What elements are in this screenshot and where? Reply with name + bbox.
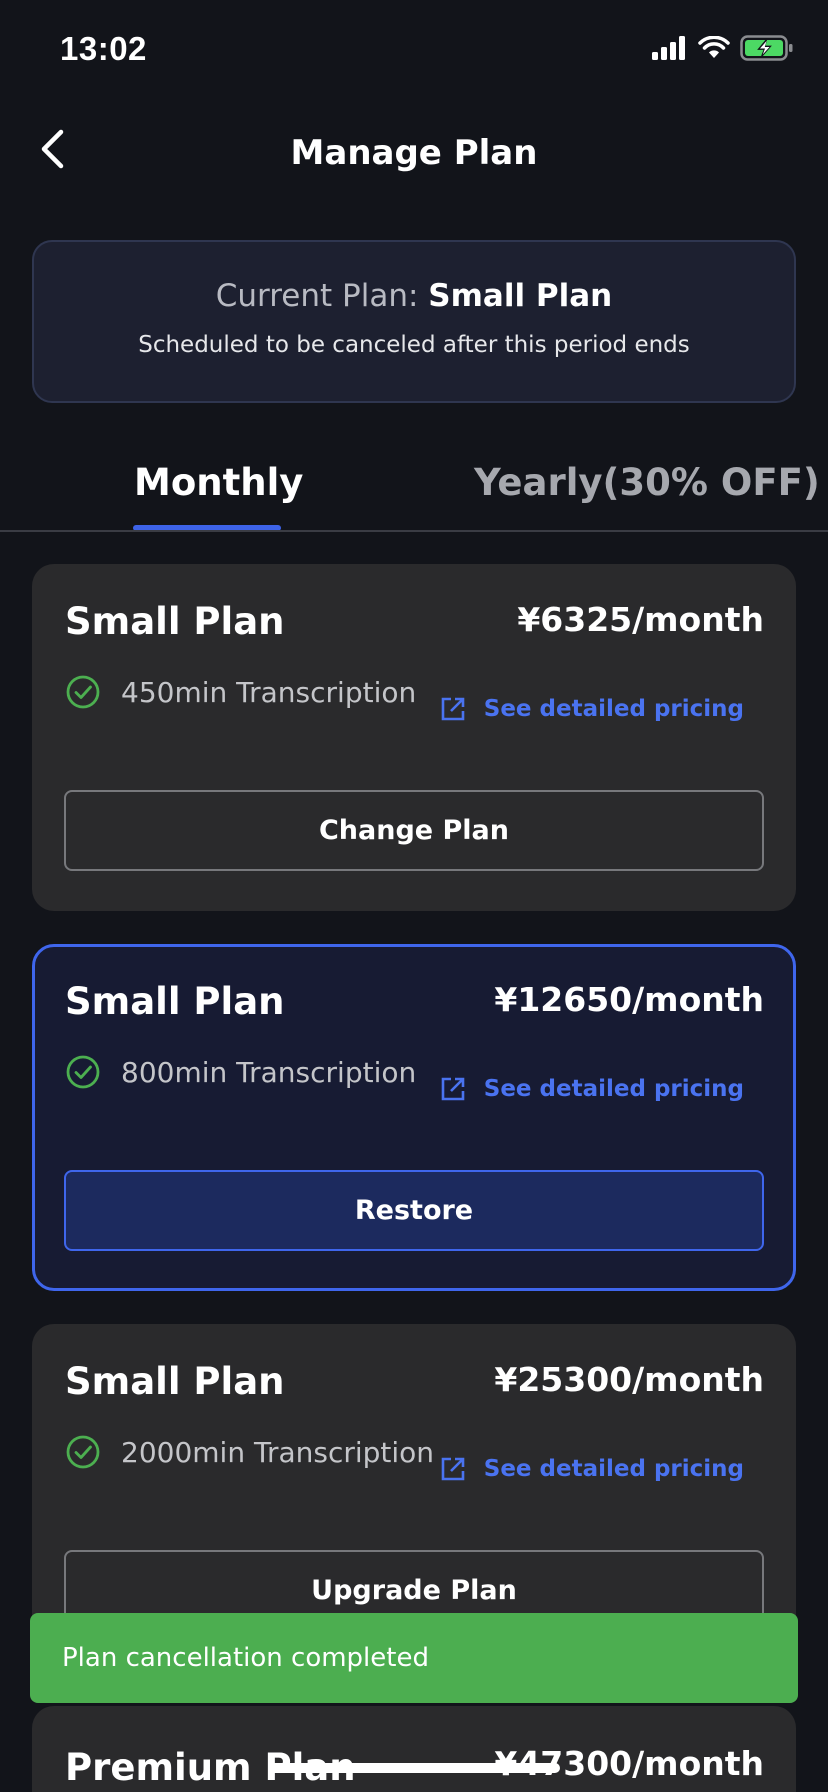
tab-monthly[interactable]: Monthly — [134, 461, 303, 504]
page-title: Manage Plan — [290, 133, 538, 173]
change-plan-button[interactable]: Change Plan — [64, 790, 764, 871]
plan-price: ¥12650/month — [494, 980, 764, 1019]
plan-feature: 450min Transcription — [65, 674, 416, 710]
wifi-icon — [698, 35, 730, 64]
external-link-icon — [440, 696, 466, 722]
billing-period-tabs: Monthly Yearly(30% OFF) — [0, 455, 828, 532]
toast-message: Plan cancellation completed — [62, 1643, 429, 1673]
plan-feature: 800min Transcription — [65, 1054, 416, 1090]
status-time: 13:02 — [60, 30, 147, 67]
see-pricing-label: See detailed pricing — [483, 1076, 744, 1102]
check-circle-icon — [65, 674, 101, 710]
current-plan-label: Current Plan: — [215, 278, 429, 314]
status-bar: 13:02 — [0, 0, 828, 100]
cellular-signal-icon — [652, 36, 688, 64]
nav-bar: Manage Plan — [0, 105, 828, 195]
plan-name: Small Plan — [65, 1360, 285, 1403]
see-pricing-label: See detailed pricing — [483, 1456, 744, 1482]
plan-card-selected: Small Plan ¥12650/month 800min Transcrip… — [32, 944, 796, 1291]
tabs-divider — [0, 530, 828, 532]
plan-name: Small Plan — [65, 600, 285, 643]
feature-text: 2000min Transcription — [121, 1435, 435, 1469]
check-circle-icon — [65, 1434, 101, 1470]
toast-notification: Plan cancellation completed — [30, 1613, 798, 1703]
current-plan-note: Scheduled to be canceled after this peri… — [138, 332, 690, 358]
feature-text: 800min Transcription — [121, 1055, 417, 1089]
see-pricing-link[interactable]: See detailed pricing — [440, 696, 744, 722]
current-plan-line: Current Plan: Small Plan — [34, 278, 794, 314]
external-link-icon — [440, 1076, 466, 1102]
see-pricing-link[interactable]: See detailed pricing — [440, 1076, 744, 1102]
current-plan-name: Small Plan — [428, 278, 613, 314]
check-circle-icon — [65, 1054, 101, 1090]
plan-price: ¥25300/month — [494, 1360, 764, 1399]
home-indicator[interactable] — [268, 1763, 560, 1773]
tab-yearly[interactable]: Yearly(30% OFF) — [474, 461, 820, 504]
plan-card: Small Plan ¥6325/month 450min Transcript… — [32, 564, 796, 911]
plan-price: ¥6325/month — [517, 600, 764, 639]
battery-charging-icon — [740, 35, 794, 65]
feature-text: 450min Transcription — [121, 675, 417, 709]
current-plan-banner: Current Plan: Small Plan Scheduled to be… — [32, 240, 796, 403]
status-icons — [652, 35, 794, 65]
restore-button[interactable]: Restore — [64, 1170, 764, 1251]
plan-card: Premium Plan ¥47300/month — [32, 1706, 796, 1792]
plan-name: Small Plan — [65, 980, 285, 1023]
plan-feature: 2000min Transcription — [65, 1434, 434, 1470]
external-link-icon — [440, 1456, 466, 1482]
see-pricing-link[interactable]: See detailed pricing — [440, 1456, 744, 1482]
see-pricing-label: See detailed pricing — [483, 696, 744, 722]
